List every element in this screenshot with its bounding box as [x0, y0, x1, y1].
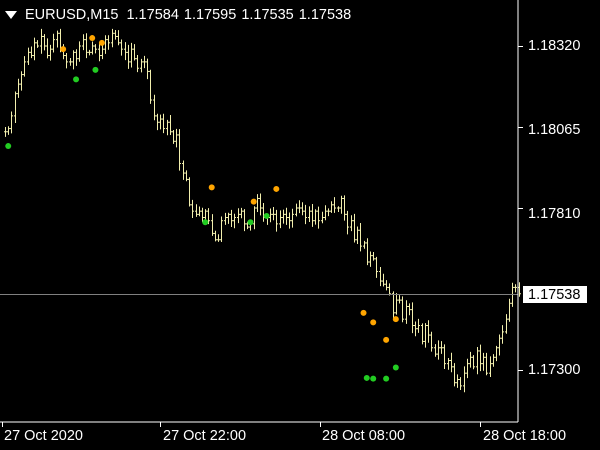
chart-header: EURUSD,M15 1.17584 1.17595 1.17535 1.175…	[5, 7, 351, 23]
up-signal-dot	[273, 185, 280, 192]
y-tick-label: 1.17810	[528, 206, 581, 222]
up-signal-dot	[392, 316, 399, 323]
ohlc-low: 1.17535	[241, 7, 294, 23]
up-signal-dot	[98, 39, 105, 46]
chart-background	[0, 0, 600, 450]
down-signal-dot	[263, 212, 270, 219]
up-signal-dot	[383, 336, 390, 343]
x-tick-label: 27 Oct 2020	[4, 428, 83, 444]
up-signal-dot	[370, 319, 377, 326]
up-signal-dot	[360, 309, 367, 316]
price-chart[interactable]	[0, 0, 600, 450]
down-signal-dot	[363, 374, 370, 381]
down-signal-dot	[5, 143, 12, 150]
ohlc-close: 1.17538	[298, 7, 352, 23]
x-tick-label: 27 Oct 22:00	[163, 428, 247, 444]
ohlc-high: 1.17595	[183, 7, 237, 23]
up-signal-dot	[89, 35, 96, 42]
ohlc-open: 1.17584	[126, 7, 179, 23]
current-price-tag: 1.17538	[522, 285, 588, 304]
down-signal-dot	[370, 375, 377, 382]
symbol-timeframe: EURUSD,M15	[25, 7, 119, 23]
down-signal-dot	[392, 364, 399, 371]
y-tick-label: 1.18320	[528, 38, 581, 54]
up-signal-dot	[208, 184, 215, 191]
y-tick-label: 1.17300	[528, 362, 581, 378]
up-signal-dot	[60, 46, 67, 53]
down-signal-dot	[92, 66, 99, 73]
y-tick-label: 1.18065	[528, 122, 581, 138]
down-signal-dot	[247, 219, 254, 226]
down-signal-dot	[383, 375, 390, 382]
dropdown-triangle-icon[interactable]	[5, 11, 17, 19]
up-signal-dot	[250, 198, 257, 205]
x-tick-label: 28 Oct 18:00	[483, 428, 567, 444]
down-signal-dot	[73, 76, 80, 83]
down-signal-dot	[202, 219, 209, 226]
x-tick-label: 28 Oct 08:00	[322, 428, 406, 444]
